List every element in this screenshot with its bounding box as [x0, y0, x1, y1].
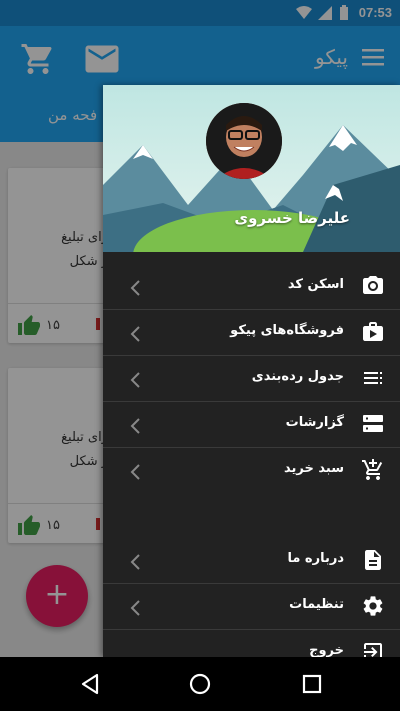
chevron-left-icon	[130, 554, 140, 570]
storage-icon	[363, 415, 383, 432]
recents-icon[interactable]	[301, 672, 323, 696]
gear-icon	[363, 596, 383, 616]
menu-item-label: تنظیمات	[289, 597, 344, 612]
menu-item-ranking[interactable]: جدول رده‌بندی	[103, 356, 400, 402]
chevron-left-icon	[130, 464, 140, 480]
chevron-left-icon	[130, 372, 140, 388]
list-icon	[364, 372, 382, 384]
menu-item-shops[interactable]: فروشگاه‌های پیکو	[103, 310, 400, 356]
menu-item-label: جدول رده‌بندی	[251, 369, 344, 384]
chevron-left-icon	[130, 418, 140, 434]
home-icon[interactable]	[188, 672, 212, 696]
menu-item-label: سبد خرید	[284, 461, 344, 476]
navigation-drawer: علیرضا خسروی اسکن کد فروشگاه‌های پیکو جد…	[103, 85, 400, 657]
document-icon	[365, 550, 381, 570]
menu-item-about[interactable]: درباره ما	[103, 538, 400, 584]
menu-item-cart[interactable]: سبد خرید	[103, 448, 400, 494]
menu-item-label: فروشگاه‌های پیکو	[230, 323, 344, 338]
screen: 07:53 پیکو فحه من رای تبلیغ ر شکل ۱۵ رای…	[0, 0, 400, 711]
user-photo	[206, 103, 282, 179]
user-name: علیرضا خسروی	[234, 209, 350, 227]
chevron-left-icon	[130, 326, 140, 342]
system-nav-bar	[0, 657, 400, 711]
add-cart-icon	[362, 459, 383, 480]
menu-item-reports[interactable]: گزارشات	[103, 402, 400, 448]
avatar[interactable]	[206, 103, 282, 179]
menu-item-label: خروج	[309, 643, 344, 657]
exit-icon	[364, 643, 382, 657]
chevron-left-icon	[130, 600, 140, 616]
menu-item-label: گزارشات	[285, 415, 344, 430]
back-icon[interactable]	[79, 672, 101, 696]
chevron-left-icon	[130, 280, 140, 296]
camera-icon	[363, 276, 383, 294]
menu-item-scan-code[interactable]: اسکن کد	[103, 264, 400, 310]
drawer-header: علیرضا خسروی	[103, 85, 400, 252]
menu-item-exit[interactable]: خروج	[103, 630, 400, 657]
shop-bag-icon	[363, 322, 383, 341]
menu-item-label: اسکن کد	[287, 277, 344, 292]
menu-item-settings[interactable]: تنظیمات	[103, 584, 400, 630]
menu-item-label: درباره ما	[287, 551, 344, 566]
